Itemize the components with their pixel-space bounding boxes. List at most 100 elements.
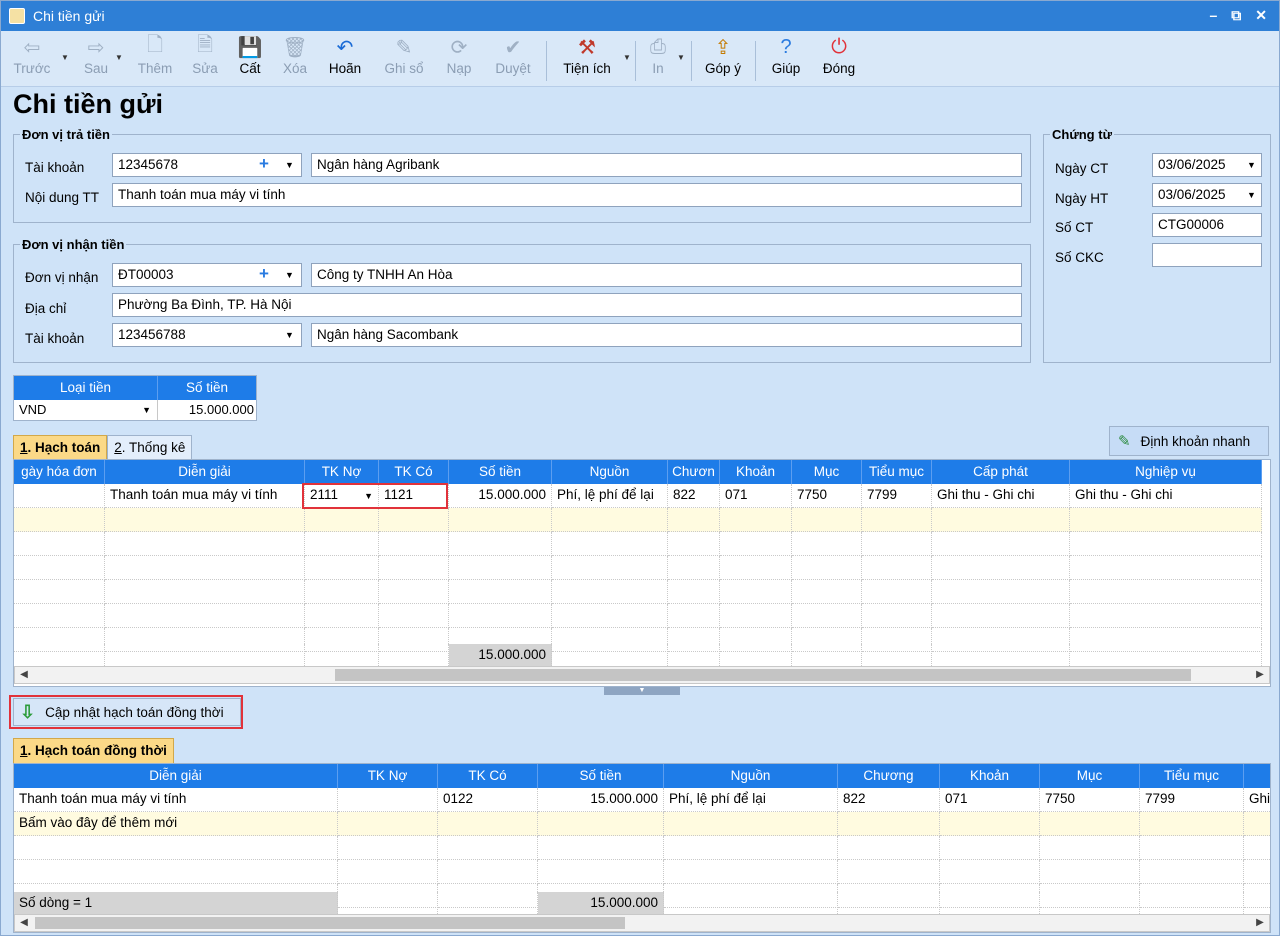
- cell-7[interactable]: [720, 532, 792, 556]
- payee-unit-combobox[interactable]: ĐT00003 + ▼: [112, 263, 302, 287]
- cell-2[interactable]: [305, 604, 379, 628]
- payee-account-combobox[interactable]: 123456788 ▼: [112, 323, 302, 347]
- cell-11[interactable]: [1070, 604, 1262, 628]
- cell-0[interactable]: [14, 836, 338, 860]
- cell-2[interactable]: [438, 836, 538, 860]
- add-new-text[interactable]: Bấm vào đây để thêm mới: [14, 812, 338, 836]
- cell-2[interactable]: [305, 508, 379, 532]
- voucher-number-field[interactable]: CTG00006: [1152, 213, 1262, 237]
- cell-3[interactable]: [379, 580, 449, 604]
- splitter-handle[interactable]: ▼: [604, 687, 680, 695]
- cell-7[interactable]: 071: [720, 484, 792, 508]
- cell-8[interactable]: [792, 556, 862, 580]
- cell-3[interactable]: [538, 836, 664, 860]
- cell-11[interactable]: [1070, 508, 1262, 532]
- cell-9[interactable]: [862, 580, 932, 604]
- cell[interactable]: [538, 812, 664, 836]
- scroll-thumb[interactable]: [335, 669, 1191, 681]
- date-ct-picker[interactable]: 03/06/2025 ▼: [1152, 153, 1262, 177]
- cell-8[interactable]: [792, 508, 862, 532]
- cell-7[interactable]: 7750: [1040, 788, 1140, 812]
- ckc-number-field[interactable]: [1152, 243, 1262, 267]
- empty-row[interactable]: [14, 604, 1262, 628]
- empty-row[interactable]: [14, 860, 1270, 884]
- add-new-row[interactable]: Bấm vào đây để thêm mới: [14, 812, 1270, 836]
- post-button[interactable]: ✎ Ghi sổ: [381, 33, 427, 85]
- cell-10[interactable]: Ghi thu - Ghi chi: [932, 484, 1070, 508]
- cell-2[interactable]: 0122: [438, 788, 538, 812]
- cell-10[interactable]: [932, 580, 1070, 604]
- print-dropdown-icon[interactable]: ▼: [677, 53, 685, 62]
- cell-11[interactable]: [1070, 532, 1262, 556]
- amount-field[interactable]: 15.000.000: [158, 400, 256, 420]
- dropdown-arrow-icon[interactable]: ▼: [285, 270, 294, 280]
- date-ht-picker[interactable]: 03/06/2025 ▼: [1152, 183, 1262, 207]
- cell-1[interactable]: [105, 580, 305, 604]
- cell-6[interactable]: [940, 836, 1040, 860]
- cell-4[interactable]: [664, 836, 838, 860]
- cell-4[interactable]: Phí, lệ phí để lại: [664, 788, 838, 812]
- cell-4[interactable]: [449, 580, 552, 604]
- cell-6[interactable]: 071: [940, 788, 1040, 812]
- cell-4[interactable]: 15.000.000: [449, 484, 552, 508]
- cell-5[interactable]: [838, 860, 940, 884]
- dropdown-arrow-icon[interactable]: ▼: [285, 330, 294, 340]
- tab-statistics[interactable]: 2. Thống kê: [107, 435, 193, 461]
- currency-select[interactable]: VND ▼: [14, 400, 158, 420]
- add-button[interactable]: 🗋 Thêm: [135, 33, 175, 85]
- cell-1[interactable]: [105, 508, 305, 532]
- payee-bank-field[interactable]: Ngân hàng Sacombank: [311, 323, 1022, 347]
- cell-5[interactable]: [552, 556, 668, 580]
- next-dropdown-icon[interactable]: ▼: [115, 53, 123, 62]
- cell-10[interactable]: [932, 508, 1070, 532]
- cell-5[interactable]: [552, 604, 668, 628]
- utilities-button[interactable]: ⚒ Tiện ích: [559, 33, 615, 85]
- cell-7[interactable]: [1040, 860, 1140, 884]
- cell-0[interactable]: Thanh toán mua máy vi tính: [14, 788, 338, 812]
- cell[interactable]: [838, 812, 940, 836]
- edit-button[interactable]: 🗎 Sửa: [189, 33, 221, 85]
- cell-7[interactable]: [720, 508, 792, 532]
- dropdown-arrow-icon[interactable]: ▼: [1247, 190, 1256, 200]
- approve-button[interactable]: ✔ Duyệt: [491, 33, 535, 85]
- cell-8[interactable]: [1140, 836, 1244, 860]
- cell[interactable]: [1140, 812, 1244, 836]
- cell-4[interactable]: [449, 556, 552, 580]
- empty-row[interactable]: [14, 532, 1262, 556]
- quick-entry-button[interactable]: ✎ Định khoản nhanh: [1109, 426, 1269, 456]
- close-window-button[interactable]: ✕: [1255, 7, 1267, 24]
- scroll-right-icon[interactable]: ▶: [1251, 667, 1269, 683]
- cell-5[interactable]: 822: [838, 788, 940, 812]
- scroll-thumb[interactable]: [35, 917, 625, 929]
- scroll-right-icon[interactable]: ▶: [1251, 915, 1269, 931]
- cell-9[interactable]: [1244, 836, 1270, 860]
- cell-0[interactable]: [14, 556, 105, 580]
- cell-11[interactable]: Ghi thu - Ghi chi: [1070, 484, 1262, 508]
- horizontal-scrollbar[interactable]: ◀ ▶: [14, 666, 1270, 684]
- scroll-left-icon[interactable]: ◀: [15, 667, 33, 683]
- dropdown-arrow-icon[interactable]: ▼: [285, 160, 294, 170]
- cell-6[interactable]: [668, 532, 720, 556]
- cell-9[interactable]: [862, 532, 932, 556]
- cell-8[interactable]: [792, 604, 862, 628]
- payment-content-field[interactable]: Thanh toán mua máy vi tính: [112, 183, 1022, 207]
- empty-row[interactable]: [14, 836, 1270, 860]
- cell-1[interactable]: [338, 836, 438, 860]
- cell-9[interactable]: [862, 508, 932, 532]
- help-button[interactable]: ? Giúp: [767, 33, 805, 85]
- cell[interactable]: [664, 812, 838, 836]
- cell-2[interactable]: [305, 580, 379, 604]
- dropdown-arrow-icon[interactable]: ▼: [1247, 160, 1256, 170]
- delete-button[interactable]: 🗑 Xóa: [279, 33, 311, 85]
- cell-6[interactable]: [668, 508, 720, 532]
- cell-0[interactable]: [14, 532, 105, 556]
- dropdown-arrow-icon[interactable]: ▼: [142, 405, 151, 415]
- new-row[interactable]: [14, 508, 1262, 532]
- cell-2[interactable]: [438, 860, 538, 884]
- cell-2[interactable]: [305, 556, 379, 580]
- cell-0[interactable]: [14, 508, 105, 532]
- cell-4[interactable]: [664, 860, 838, 884]
- cell-0[interactable]: [14, 484, 105, 508]
- add-plus-icon[interactable]: +: [259, 154, 269, 174]
- empty-row[interactable]: [14, 556, 1262, 580]
